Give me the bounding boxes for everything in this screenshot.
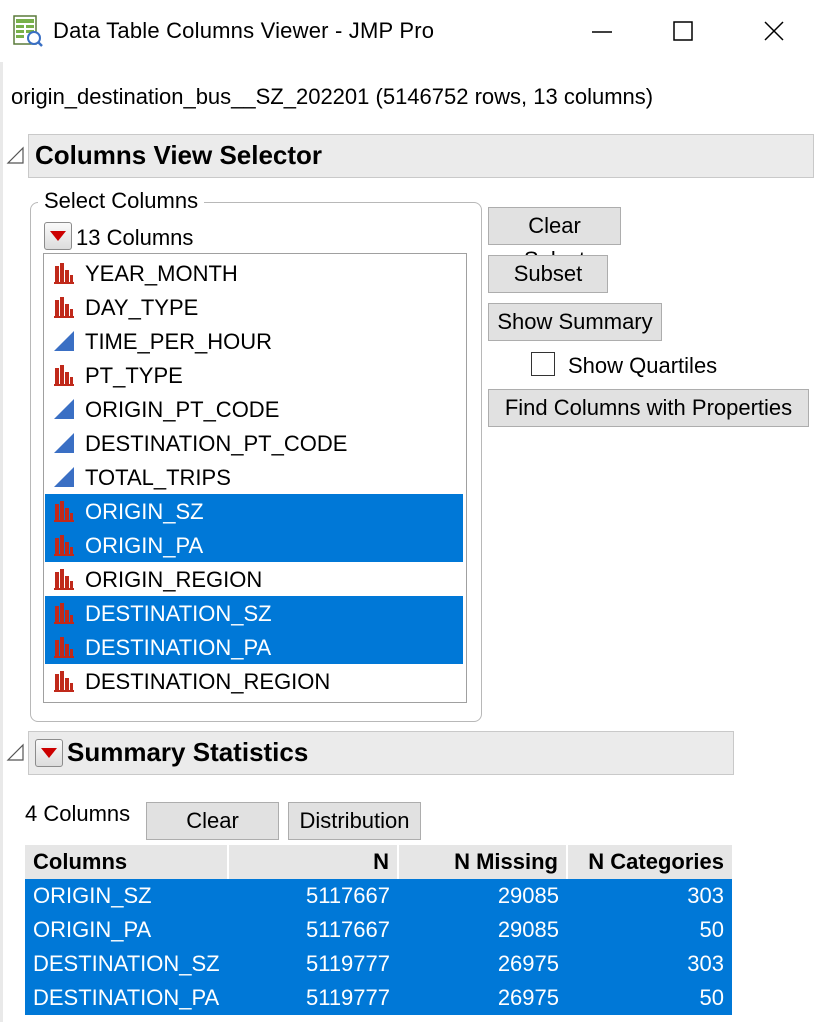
minimize-button[interactable] (572, 10, 632, 54)
continuous-triangle-icon (54, 331, 74, 351)
cell-column-name: DESTINATION_PA (25, 981, 228, 1015)
show-summary-button[interactable]: Show Summary (488, 303, 662, 341)
summary-table[interactable]: Columns N N Missing N Categories ORIGIN_… (25, 845, 732, 1015)
nominal-bar-icon (54, 569, 74, 590)
cell-column-name: ORIGIN_SZ (25, 879, 228, 913)
column-name: DESTINATION_REGION (85, 669, 331, 694)
column-list[interactable]: YEAR_MONTH DAY_TYPE TIME_PER_HOUR PT_TYPE OR… (43, 253, 467, 703)
cell-n-categories: 50 (567, 981, 732, 1015)
column-name: DESTINATION_SZ (85, 601, 272, 626)
column-list-item[interactable]: TIME_PER_HOUR (45, 324, 463, 358)
nominal-bar-icon (54, 263, 74, 284)
column-list-item[interactable]: DESTINATION_PT_CODE (45, 426, 463, 460)
column-name: ORIGIN_PA (85, 533, 204, 558)
column-list-item[interactable]: ORIGIN_PA (45, 528, 463, 562)
summary-menu-button[interactable] (35, 739, 63, 767)
columns-view-selector-header[interactable]: Columns View Selector (28, 134, 814, 178)
column-name: ORIGIN_PT_CODE (85, 397, 280, 422)
jmp-data-table-icon (13, 15, 43, 47)
clear-select-button[interactable]: Clear Select (488, 207, 621, 272)
cell-n-missing: 26975 (398, 947, 567, 981)
window-edge (0, 62, 3, 1022)
column-name: ORIGIN_SZ (85, 499, 204, 524)
column-list-item[interactable]: ORIGIN_SZ (45, 494, 463, 528)
column-list-item[interactable]: ORIGIN_REGION (45, 562, 463, 596)
nominal-bar-icon (54, 637, 74, 658)
nominal-bar-icon (54, 501, 74, 522)
nominal-bar-icon (54, 671, 74, 692)
column-list-item[interactable]: TOTAL_TRIPS (45, 460, 463, 494)
column-list-item[interactable]: DESTINATION_PA (45, 630, 463, 664)
column-list-item[interactable]: ORIGIN_PT_CODE (45, 392, 463, 426)
column-name: TOTAL_TRIPS (85, 465, 231, 490)
summary-table-row[interactable]: DESTINATION_SZ 5119777 26975 303 (25, 947, 732, 981)
select-columns-label: Select Columns (38, 188, 205, 214)
summary-statistics-header[interactable]: Summary Statistics (28, 731, 734, 775)
column-name: DESTINATION_PT_CODE (85, 431, 348, 456)
continuous-triangle-icon (54, 399, 74, 419)
cell-n: 5119777 (228, 981, 398, 1015)
cell-n: 5119777 (228, 947, 398, 981)
cell-n-missing: 26975 (398, 981, 567, 1015)
cell-n: 5117667 (228, 913, 398, 947)
summary-column-count: 4 Columns (25, 801, 131, 826)
column-list-item[interactable]: DESTINATION_REGION (45, 664, 463, 698)
column-count: 13 Columns (76, 225, 194, 250)
nominal-bar-icon (54, 603, 74, 624)
column-list-item[interactable]: PT_TYPE (45, 358, 463, 392)
cell-n-categories: 303 (567, 879, 732, 913)
find-columns-button[interactable]: Find Columns with Properties (488, 389, 809, 427)
header-n-missing[interactable]: N Missing (398, 845, 568, 879)
header-columns[interactable]: Columns (25, 845, 229, 879)
column-name: DESTINATION_PA (85, 635, 272, 660)
column-list-item[interactable]: YEAR_MONTH (45, 256, 463, 290)
header-n[interactable]: N (228, 845, 399, 879)
continuous-triangle-icon (54, 467, 74, 487)
cell-column-name: DESTINATION_SZ (25, 947, 228, 981)
columns-view-selector-title: Columns View Selector (35, 140, 323, 170)
column-name: ORIGIN_REGION (85, 567, 263, 592)
column-name: YEAR_MONTH (85, 261, 238, 286)
column-name: TIME_PER_HOUR (85, 329, 273, 354)
maximize-button[interactable] (655, 10, 715, 54)
continuous-triangle-icon (54, 433, 74, 453)
show-quartiles-label: Show Quartiles (568, 353, 718, 378)
header-n-categories[interactable]: N Categories (567, 845, 732, 879)
summary-table-header-row: Columns N N Missing N Categories (25, 845, 732, 879)
column-name: DAY_TYPE (85, 295, 199, 320)
close-icon (764, 21, 784, 41)
close-button[interactable] (745, 10, 805, 54)
column-name: PT_TYPE (85, 363, 183, 388)
table-info: origin_destination_bus__SZ_202201 (51467… (11, 84, 654, 109)
cell-n-missing: 29085 (398, 913, 567, 947)
cell-n-categories: 303 (567, 947, 732, 981)
maximize-icon (673, 21, 693, 41)
summary-table-row[interactable]: ORIGIN_SZ 5117667 29085 303 (25, 879, 732, 913)
show-quartiles-checkbox[interactable] (531, 352, 555, 376)
summary-table-row[interactable]: ORIGIN_PA 5117667 29085 50 (25, 913, 732, 947)
summary-table-row[interactable]: DESTINATION_PA 5119777 26975 50 (25, 981, 732, 1015)
column-list-item[interactable]: DESTINATION_SZ (45, 596, 463, 630)
column-list-item[interactable]: DAY_TYPE (45, 290, 463, 324)
summary-statistics-title: Summary Statistics (67, 737, 309, 767)
cell-column-name: ORIGIN_PA (25, 913, 228, 947)
column-list-menu-button[interactable] (44, 222, 72, 250)
nominal-bar-icon (54, 297, 74, 318)
window-title: Data Table Columns Viewer - JMP Pro (53, 18, 435, 43)
cell-n-missing: 29085 (398, 879, 567, 913)
title-bar: Data Table Columns Viewer - JMP Pro (0, 0, 817, 62)
nominal-bar-icon (54, 365, 74, 386)
summary-clear-select-button[interactable]: Clear Select (146, 802, 279, 867)
distribution-button[interactable]: Distribution (288, 802, 421, 840)
subset-button[interactable]: Subset (488, 255, 608, 293)
nominal-bar-icon (54, 535, 74, 556)
disclosure-triangle-icon[interactable] (6, 146, 26, 166)
cell-n: 5117667 (228, 879, 398, 913)
disclosure-triangle-icon[interactable] (6, 743, 26, 763)
cell-n-categories: 50 (567, 913, 732, 947)
